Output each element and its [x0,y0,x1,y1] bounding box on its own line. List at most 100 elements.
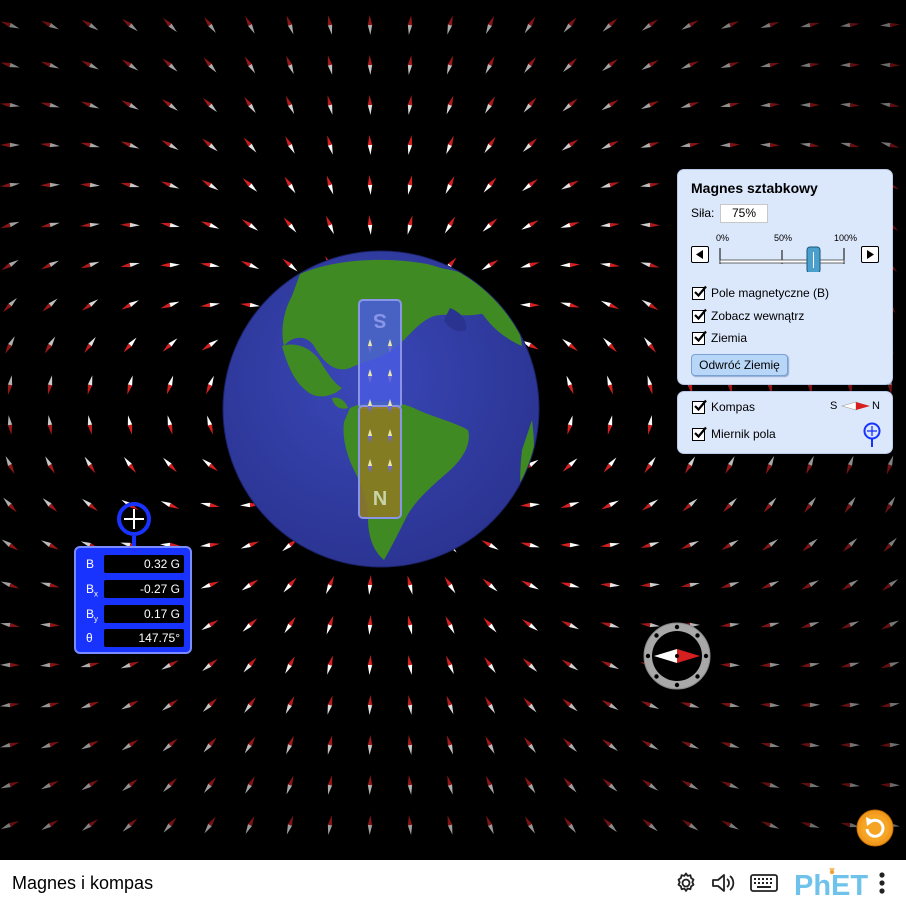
sim-title: Magnes i kompas [12,873,154,893]
field-needle [800,742,820,748]
field-checkbox[interactable] [692,285,707,300]
field-needle [484,136,496,154]
field-needle [523,97,537,113]
field-needle [800,62,820,68]
keyboard-icon[interactable] [750,872,778,894]
field-needle [562,98,578,112]
field-needle [40,182,60,188]
compass-checkbox-row[interactable]: Kompas [692,398,755,416]
field-needle [200,262,220,268]
field-meter-checkbox[interactable] [692,426,707,441]
field-needle [641,779,659,791]
field-needle [806,455,814,475]
field-needle [204,816,216,834]
field-needle [407,695,413,715]
strength-slider[interactable] [718,242,854,272]
see-inside-checkbox-row[interactable]: Zobacz wewnątrz [692,307,804,325]
field-needle [642,818,658,832]
compass-icon-s-label: S [830,400,838,412]
field-needle [325,575,335,595]
meter-label-b: B [86,557,95,571]
field-needle [244,56,256,74]
sound-icon[interactable] [710,871,738,895]
field-needle [286,815,294,835]
field-needle [641,499,659,511]
field-needle [880,782,900,788]
field-needle [283,577,297,593]
field-meter-checkbox-row[interactable]: Miernik pola [692,425,776,443]
field-checkbox-row[interactable]: Pole magnetyczne (B) [692,284,829,302]
field-needle [407,615,413,635]
settings-icon[interactable] [674,871,698,895]
field-needle [80,701,100,709]
field-needle [5,456,15,474]
field-needle [327,655,333,675]
field-needle [326,175,334,195]
field-needle [407,15,413,35]
compass[interactable] [641,620,713,692]
field-needle [600,582,620,588]
check-icon [694,426,707,438]
field-needle [760,702,780,708]
field-needle [562,57,578,73]
field-needle [40,780,60,790]
see-inside-checkbox[interactable] [692,308,707,323]
field-needle [600,140,620,150]
compass-checkbox[interactable] [692,399,707,414]
earth-checkbox-row[interactable]: Ziemia [692,329,747,347]
bar-magnet[interactable]: S N [357,298,403,520]
field-needle [123,457,137,473]
phet-logo[interactable]: PhET [793,866,869,900]
strength-slider-thumb[interactable] [806,246,821,272]
field-needle [840,662,860,668]
field-needle [81,299,99,311]
field-needle [285,656,295,674]
field-needle [485,56,495,74]
field-needle [241,219,259,231]
field-needle [120,182,140,188]
field-needle [560,262,580,268]
field-needle [601,699,619,711]
field-needle [200,502,220,508]
field-meter-readout[interactable]: B 0.32 G Bx -0.27 G By 0.17 G θ 147.75° [74,546,192,654]
field-needle [647,415,653,435]
field-needle [601,739,619,751]
field-meter-probe[interactable] [116,502,152,550]
field-needle [640,100,660,110]
field-needle [484,696,496,714]
decrease-strength-button[interactable] [691,246,709,263]
reset-all-button[interactable] [856,809,894,847]
field-needle [447,15,453,35]
increase-strength-button[interactable] [861,246,879,263]
field-needle [680,582,700,588]
compass-checkbox-label: Kompas [711,400,756,414]
earth-checkbox[interactable] [692,330,707,345]
field-needle [524,56,536,74]
field-needle [41,20,59,30]
field-needle [286,735,294,755]
see-inside-checkbox-label: Zobacz wewnątrz [711,309,805,323]
field-needle [640,541,660,549]
flip-earth-button[interactable]: Odwróć Ziemię [691,354,788,376]
field-needle [880,702,900,708]
field-needle [720,781,740,789]
field-needle [523,697,537,713]
field-needle [640,262,660,268]
field-needle [407,575,413,595]
field-needle [80,101,100,109]
field-needle [644,456,656,474]
menu-icon[interactable] [876,871,888,897]
field-needle [560,620,580,630]
field-needle [563,17,577,33]
field-needle [485,775,495,795]
field-needle [0,102,20,108]
field-needle [202,458,218,472]
field-needle [840,621,860,629]
field-needle [285,136,295,154]
field-needle [160,222,180,228]
field-needle [327,735,333,755]
field-needle [367,55,373,75]
field-needle [367,775,373,795]
field-needle [327,775,333,795]
field-needle [80,182,100,188]
